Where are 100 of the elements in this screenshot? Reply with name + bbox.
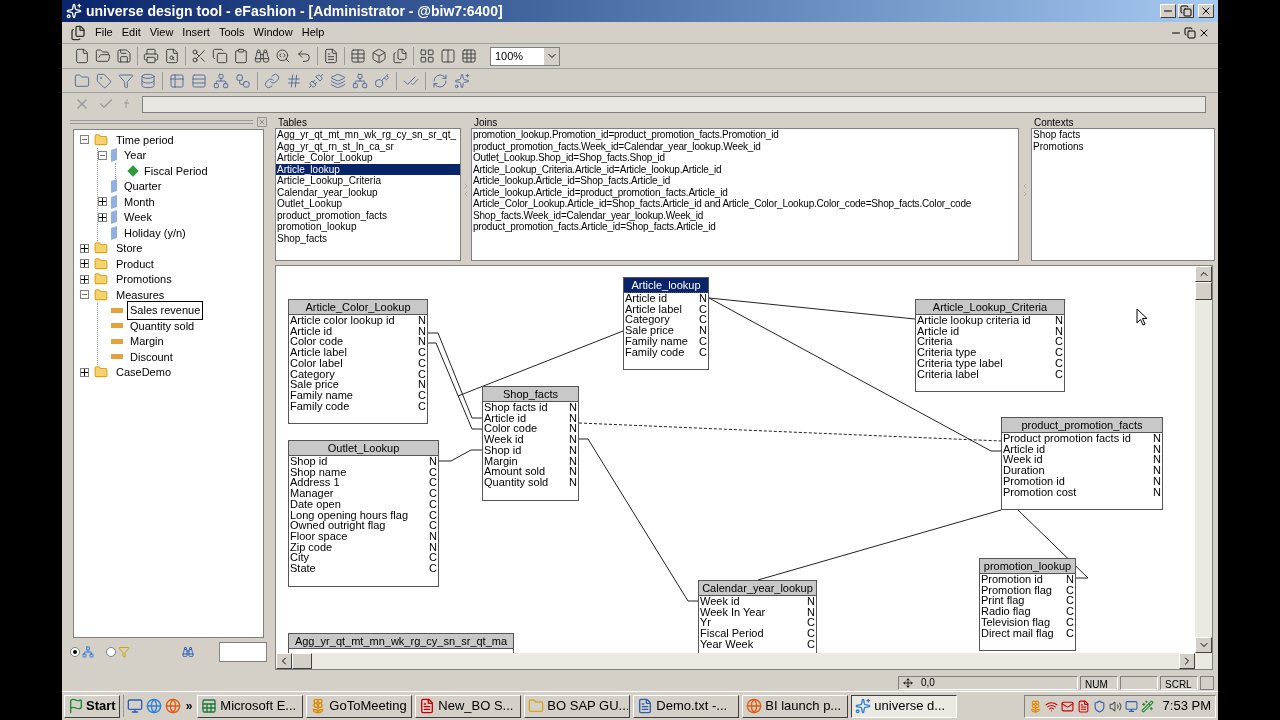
join-list-item[interactable]: Outlet_Lookup.Shop_id=Shop_facts.Shop_id	[472, 152, 1018, 164]
join-line[interactable]	[438, 449, 483, 462]
scroll-thumb[interactable]	[292, 653, 312, 669]
join-list-item[interactable]: Article_lookup.Article_id=Shop_facts.Article_id	[472, 175, 1018, 187]
columns-icon[interactable]	[440, 48, 456, 64]
table-list-item[interactable]: Agg_yr_qt_rn_st_ln_ca_sr	[276, 140, 460, 152]
join-line[interactable]	[578, 422, 1002, 442]
context-list-item[interactable]: Promotions	[1032, 140, 1214, 152]
expander[interactable]	[80, 367, 89, 377]
table-list-item[interactable]: Outlet_Lookup	[276, 198, 460, 210]
copy-icon[interactable]	[212, 48, 228, 64]
table-list-item[interactable]: Article_Color_Lookup	[276, 152, 460, 164]
table-card[interactable]: promotion_lookup Promotion id N Promotion flag C Print flag C Radio flag C Television flag C Direct mail flag C	[979, 558, 1076, 652]
minimize-button[interactable]	[1160, 4, 1176, 18]
table-card[interactable]: Shop_facts Shop facts id N Article id N Color code N Week id N Shop id N Margin N Amount sold N Quantity sold N	[482, 386, 579, 501]
menu-item[interactable]: View	[145, 24, 178, 41]
context-list-item[interactable]: Shop facts	[1032, 129, 1214, 141]
zoom-combo[interactable]: 100%	[490, 46, 560, 66]
find-icon[interactable]	[182, 646, 194, 658]
save-icon[interactable]	[116, 48, 132, 64]
paste-icon[interactable]	[233, 48, 249, 64]
join-list-item[interactable]: promotion_lookup.Promotion_id=product_promotion_facts.Promotion_id	[472, 129, 1018, 141]
cut-icon[interactable]	[191, 48, 207, 64]
refresh-icon[interactable]	[432, 72, 448, 89]
taskbar-button[interactable]: Microsoft E...	[197, 694, 304, 718]
menu-item[interactable]: Window	[249, 24, 297, 41]
start-button[interactable]: Start	[64, 694, 120, 718]
taskbar-button[interactable]: GoToMeeting	[306, 694, 413, 718]
globe-icon[interactable]	[145, 698, 162, 714]
restore-button[interactable]	[1178, 4, 1194, 18]
table-card[interactable]: product_promotion_facts Product promotion facts id N Article id N Week id N Duration N Promotion id N Promotion cost N	[1001, 417, 1163, 511]
database-icon[interactable]	[140, 72, 156, 89]
join-list-item[interactable]: Shop_facts.Week_id=Calendar_year_lookup.Week_id	[472, 209, 1018, 221]
join-list-item[interactable]: Article_Lookup_Criteria.Article_id=Article_lookup.Article_id	[472, 163, 1018, 175]
search-field[interactable]	[219, 642, 267, 662]
taskbar-button[interactable]: Demo.txt -...	[633, 694, 740, 718]
print-preview-icon[interactable]	[164, 48, 180, 64]
filter-icon[interactable]	[118, 72, 134, 89]
join-list-item[interactable]: Article_lookup.Article_id=product_promotion_facts.Article_id	[472, 186, 1018, 198]
radio-button[interactable]	[70, 647, 80, 657]
table-list-item[interactable]: Article_lookup	[276, 163, 460, 175]
table-list-item[interactable]: Agg_yr_qt_mt_mn_wk_rg_cy_sn_sr_qt_	[276, 129, 460, 141]
taskbar-button[interactable]: BI launch p...	[742, 694, 849, 718]
mail-icon[interactable]	[1060, 699, 1074, 713]
table-card[interactable]: Article_Lookup_Criteria Article lookup criteria id N Article id N Criteria C Criteria type C Criteria type label C Criteria label C	[915, 299, 1065, 393]
more-chevron[interactable]: »	[183, 697, 195, 715]
vertical-scrollbar[interactable]	[1195, 266, 1212, 653]
table-list-item[interactable]: product_promotion_facts	[276, 209, 460, 221]
open-folder-icon[interactable]	[95, 48, 111, 64]
join-line[interactable]	[427, 332, 483, 419]
taskbar-button[interactable]: New_BO S...	[415, 694, 522, 718]
tree-item[interactable]: CaseDemo	[113, 363, 175, 382]
browser-icon[interactable]	[164, 698, 181, 714]
join-list-item[interactable]: product_promotion_facts.Week_id=Calendar_year_lookup.Week_id	[472, 140, 1018, 152]
network-icon[interactable]	[1044, 699, 1058, 713]
scroll-thumb[interactable]	[1195, 282, 1212, 300]
monitor-icon[interactable]	[1124, 699, 1138, 713]
menu-item[interactable]: File	[91, 24, 117, 41]
expander[interactable]	[80, 259, 89, 269]
expander[interactable]	[80, 274, 89, 284]
tree-item[interactable]: Time period	[113, 130, 177, 149]
volume-icon[interactable]	[1108, 699, 1122, 713]
taskbar-button[interactable]: universe d...	[851, 694, 958, 718]
wand-icon[interactable]	[1140, 699, 1154, 713]
expander[interactable]	[98, 197, 107, 207]
join-icon[interactable]	[264, 72, 280, 89]
table-card[interactable]: Article_lookup Article id N Article label C Category C Sale price N Family name C Family code C	[623, 277, 709, 371]
menu-item[interactable]: Help	[297, 24, 329, 41]
undo-icon[interactable]	[296, 48, 312, 64]
restore-icon[interactable]	[1184, 26, 1196, 39]
table-list-item[interactable]: Article_Lookup_Criteria	[276, 175, 460, 187]
radio-button[interactable]	[106, 647, 116, 657]
print-icon[interactable]	[143, 48, 159, 64]
table-list-item[interactable]: Calendar_year_lookup	[276, 186, 460, 198]
tree-item[interactable]: Sales revenue	[127, 301, 204, 320]
find-icon[interactable]	[254, 48, 270, 64]
formula-field[interactable]	[142, 95, 1206, 113]
join-line[interactable]	[427, 342, 483, 430]
shield-icon[interactable]	[1092, 699, 1106, 713]
grid-icon[interactable]	[461, 48, 477, 64]
cube-icon[interactable]	[371, 48, 387, 64]
taskbar-button[interactable]: BO SAP GU...	[524, 694, 631, 718]
table-card[interactable]: Article_Color_Lookup Article color lookup id N Article id N Color code N Article label C Color label C Category C Sale price N Family name C Family code C	[288, 299, 428, 425]
menu-item[interactable]: Insert	[178, 24, 214, 41]
close-button[interactable]	[1198, 4, 1214, 18]
new-file-icon[interactable]	[74, 48, 90, 64]
table-card[interactable]: Outlet_Lookup Shop id N Shop name C Address 1 C Manager C Date open C Long opening hours flag C Owned outright flag C Floor space N Zip code N City C State C	[288, 440, 439, 587]
menu-item[interactable]: Tools	[214, 24, 249, 41]
menu-item[interactable]: Edit	[117, 24, 145, 41]
table-card[interactable]: Calendar_year_lookup Week id N Week In Year N Yr C Fiscal Period C Year Week C	[698, 580, 817, 653]
join-list-item[interactable]: product_promotion_facts.Article_id=Shop_facts.Article_id	[472, 221, 1018, 233]
table-list-item[interactable]: Shop_facts	[276, 232, 460, 244]
table-list-item[interactable]: promotion_lookup	[276, 221, 460, 233]
expander[interactable]	[98, 212, 107, 222]
join-list-item[interactable]: Article_Color_Lookup.Article_id=Shop_facts.Article_id and Article_Color_Lookup.Color_code=Shop_facts.Color_code	[472, 198, 1018, 210]
desktop-icon[interactable]	[126, 698, 143, 714]
join-line[interactable]	[708, 297, 916, 320]
key-icon[interactable]	[374, 72, 390, 89]
expander[interactable]	[80, 243, 89, 253]
horizontal-scrollbar[interactable]	[276, 653, 1212, 669]
